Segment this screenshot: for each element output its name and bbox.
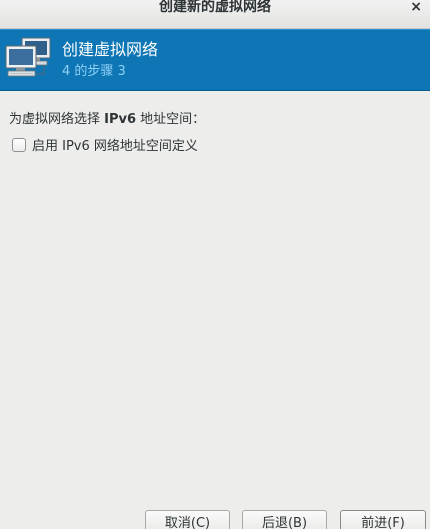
wizard-title: 创建虚拟网络 — [62, 40, 159, 59]
prompt-suffix: 地址空间： — [136, 112, 206, 127]
enable-ipv6-checkbox-row[interactable]: 启用 IPv6 网络地址空间定义 — [12, 135, 198, 154]
title-bar[interactable]: 创建新的虚拟网络 × — [0, 0, 430, 29]
network-computers-icon — [5, 37, 51, 77]
wizard-step-indicator: 4 的步骤 3 — [62, 64, 126, 79]
prompt-prefix: 为虚拟网络选择 — [9, 112, 105, 127]
close-icon[interactable]: × — [410, 0, 422, 15]
cancel-button[interactable]: 取消(C) — [145, 510, 230, 529]
prompt-ipv6: IPv6 — [104, 112, 137, 127]
window-title: 创建新的虚拟网络 — [159, 0, 271, 15]
enable-ipv6-label[interactable]: 启用 IPv6 网络地址空间定义 — [32, 135, 198, 154]
back-button[interactable]: 后退(B) — [242, 510, 327, 529]
forward-button[interactable]: 前进(F) — [340, 510, 426, 529]
enable-ipv6-checkbox[interactable] — [12, 137, 26, 152]
button-bar: 取消(C) 后退(B) 前进(F) — [0, 510, 430, 529]
dialog-window: 创建新的虚拟网络 × 创建虚拟网络 4 的步骤 3 为虚拟网络选择 IPv6 地… — [0, 0, 430, 529]
ipv6-prompt: 为虚拟网络选择 IPv6 地址空间： — [9, 108, 205, 127]
wizard-header: 创建虚拟网络 4 的步骤 3 — [0, 29, 430, 91]
